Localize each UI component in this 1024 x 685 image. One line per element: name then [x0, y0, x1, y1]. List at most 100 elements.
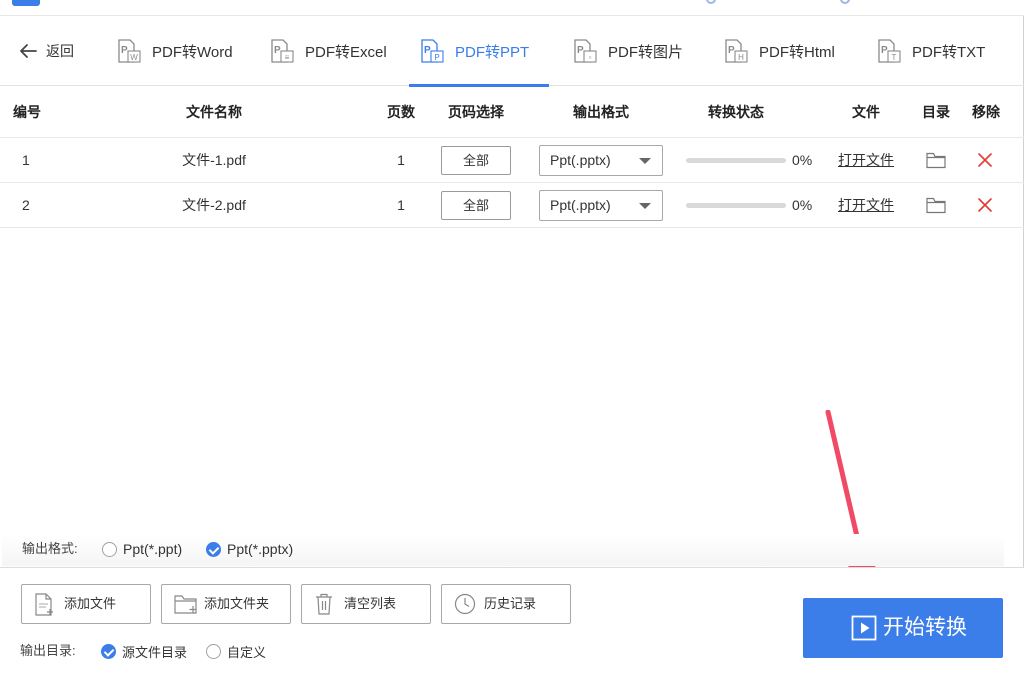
output-format-label: 输出格式:	[22, 541, 78, 556]
folder-icon[interactable]	[926, 197, 946, 214]
tab-pdf-to-ppt[interactable]: P P PDF转PPT	[408, 16, 550, 87]
dir-radio-source[interactable]: 源文件目录	[101, 639, 187, 663]
svg-text:W: W	[130, 53, 138, 62]
tab-pdf-to-word[interactable]: P W PDF转Word	[116, 16, 233, 86]
row-index: 1	[22, 152, 30, 168]
radio-circle	[206, 643, 221, 659]
tab-pdf-to-excel[interactable]: P ≡ PDF转Excel	[269, 16, 387, 86]
svg-text:P: P	[424, 45, 431, 56]
svg-text:P: P	[121, 45, 128, 56]
conversion-nav: 返回 P W PDF转Word P ≡ PDF转Excel P P PDF转PPT P ▫ PD…	[0, 16, 1024, 87]
pdf-excel-icon: P≡	[271, 39, 294, 63]
svg-text:H: H	[738, 53, 744, 62]
start-convert-button[interactable]: 开始转换	[803, 598, 1003, 658]
title-bar	[0, 0, 1024, 16]
back-label: 返回	[46, 43, 74, 59]
open-file-link[interactable]: 打开文件	[838, 138, 894, 183]
row-index: 2	[22, 197, 30, 213]
dir-radio-custom[interactable]: 自定义	[206, 639, 266, 663]
tab-label: PDF转图片	[608, 43, 684, 61]
row-pages: 1	[397, 197, 405, 213]
header-remove: 移除	[972, 104, 1000, 120]
header-page-select: 页码选择	[448, 104, 504, 120]
radio-label: Ppt(*.ppt)	[123, 541, 183, 557]
table-row: 1 文件-1.pdf 1 全部 Ppt(.pptx) 0% 打开文件	[0, 138, 1024, 183]
pdf-ppt-icon: PP	[421, 39, 444, 63]
svg-text:P: P	[881, 45, 888, 56]
tab-pdf-to-image[interactable]: P ▫ PDF转图片	[572, 16, 683, 86]
pdf-txt-icon: PT	[878, 39, 901, 63]
page-select-button[interactable]: 全部	[441, 191, 511, 220]
tab-label: PDF转TXT	[912, 43, 986, 61]
radio-label: Ppt(*.pptx)	[227, 541, 294, 557]
row-pages: 1	[397, 152, 405, 168]
tab-label: PDF转Word	[152, 43, 233, 61]
radio-circle-checked	[101, 643, 116, 659]
progress-percent: 0%	[792, 152, 813, 168]
output-format-bar: 输出格式: Ppt(*.ppt) Ppt(*.pptx)	[2, 534, 1004, 566]
tab-label: PDF转Html	[759, 43, 835, 61]
svg-text:P: P	[577, 45, 584, 56]
bottom-panel: 添加文件 添加文件夹 清空列表 历史记录 输出目录: 源文件目录 自定义 开始转…	[0, 567, 1024, 685]
row-file-name: 文件-1.pdf	[182, 152, 246, 168]
format-select[interactable]: Ppt(.pptx)	[539, 145, 663, 176]
svg-text:P: P	[274, 45, 281, 56]
close-icon[interactable]	[978, 198, 992, 212]
svg-text:≡: ≡	[285, 53, 290, 62]
file-table-header: 编号 文件名称 页数 页码选择 输出格式 转换状态 文件 目录 移除	[0, 87, 1024, 138]
header-index: 编号	[13, 104, 41, 120]
header-pages: 页数	[387, 104, 415, 120]
add-folder-button[interactable]: 添加文件夹	[161, 584, 291, 624]
format-select[interactable]: Ppt(.pptx)	[539, 190, 663, 221]
play-icon	[851, 615, 877, 641]
progress-bar	[686, 158, 786, 163]
header-status: 转换状态	[708, 104, 764, 120]
clear-list-label: 清空列表	[344, 596, 397, 611]
header-file-name: 文件名称	[186, 104, 242, 120]
output-dir-label: 输出目录:	[20, 643, 76, 658]
radio-label: 自定义	[227, 644, 267, 660]
radio-circle-checked	[206, 541, 221, 557]
svg-text:T: T	[892, 53, 897, 62]
add-file-label: 添加文件	[64, 596, 117, 611]
pdf-word-icon: PW	[118, 39, 141, 63]
close-icon[interactable]	[978, 153, 992, 167]
folder-icon[interactable]	[926, 152, 946, 169]
format-radio-ppt[interactable]: Ppt(*.ppt)	[102, 534, 182, 564]
format-select-value: Ppt(.pptx)	[550, 197, 611, 213]
radio-label: 源文件目录	[122, 644, 188, 660]
start-convert-label: 开始转换	[883, 616, 967, 639]
progress-bar	[686, 203, 786, 208]
svg-text:▫: ▫	[589, 53, 592, 62]
table-row: 2 文件-2.pdf 1 全部 Ppt(.pptx) 0% 打开文件	[0, 183, 1024, 228]
window-control-icon[interactable]	[706, 0, 716, 4]
pdf-image-icon: P▫	[574, 39, 597, 63]
row-file-name: 文件-2.pdf	[182, 197, 246, 213]
header-output-format: 输出格式	[573, 104, 629, 120]
radio-circle	[102, 541, 117, 557]
progress-percent: 0%	[792, 197, 813, 213]
add-file-button[interactable]: 添加文件	[21, 584, 151, 624]
tab-pdf-to-html[interactable]: P H PDF转Html	[723, 16, 835, 86]
arrow-left-icon	[20, 44, 37, 58]
chevron-down-icon	[639, 203, 651, 209]
svg-text:P: P	[728, 45, 735, 56]
page-select-button[interactable]: 全部	[441, 146, 511, 175]
window-control-icon[interactable]	[840, 0, 850, 4]
header-file: 文件	[852, 104, 880, 120]
tab-pdf-to-txt[interactable]: P T PDF转TXT	[876, 16, 985, 86]
history-label: 历史记录	[484, 596, 537, 611]
tab-label: PDF转PPT	[455, 43, 530, 61]
history-button[interactable]: 历史记录	[441, 584, 571, 624]
format-select-value: Ppt(.pptx)	[550, 152, 611, 168]
clear-list-button[interactable]: 清空列表	[301, 584, 431, 624]
app-logo-icon	[12, 0, 40, 6]
header-directory: 目录	[922, 104, 950, 120]
back-button[interactable]: 返回	[18, 38, 74, 64]
format-radio-pptx[interactable]: Ppt(*.pptx)	[206, 534, 293, 564]
add-folder-label: 添加文件夹	[204, 596, 270, 611]
chevron-down-icon	[639, 158, 651, 164]
pdf-html-icon: PH	[725, 39, 748, 63]
svg-text:P: P	[434, 53, 439, 62]
open-file-link[interactable]: 打开文件	[838, 183, 894, 228]
